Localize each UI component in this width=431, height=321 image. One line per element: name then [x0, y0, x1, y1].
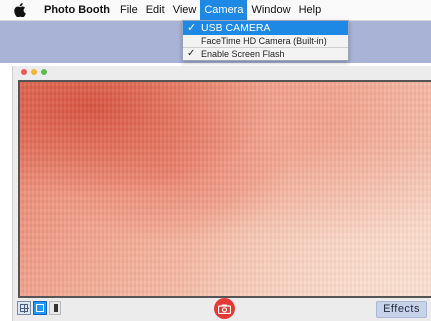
close-button[interactable] — [21, 69, 27, 75]
strip-view-button[interactable] — [49, 301, 61, 315]
menu-option-usb-camera[interactable]: ✓ USB CAMERA — [183, 21, 348, 35]
bottom-toolbar: Effects — [13, 296, 431, 321]
camera-icon — [218, 304, 231, 314]
effects-button[interactable]: Effects — [376, 301, 427, 318]
zoom-button[interactable] — [41, 69, 47, 75]
apple-logo-icon[interactable] — [14, 3, 30, 17]
grid-view-button[interactable] — [17, 301, 31, 315]
camera-dropdown-menu: ✓ USB CAMERA FaceTime HD Camera (Built-i… — [182, 20, 349, 61]
menu-window[interactable]: Window — [247, 0, 294, 20]
menu-app-name[interactable]: Photo Booth — [40, 0, 114, 20]
menu-help[interactable]: Help — [295, 0, 326, 20]
grid-icon — [20, 304, 29, 313]
menu-option-label: Enable Screen Flash — [201, 49, 285, 59]
strip-icon — [54, 304, 58, 312]
camera-preview — [18, 80, 431, 298]
menu-option-label: FaceTime HD Camera (Built-in) — [201, 36, 327, 46]
square-icon — [36, 304, 44, 312]
menu-option-label: USB CAMERA — [201, 22, 271, 34]
menu-file[interactable]: File — [116, 0, 142, 20]
single-view-button[interactable] — [33, 301, 47, 315]
window-titlebar[interactable] — [13, 66, 431, 78]
take-photo-button[interactable] — [214, 298, 235, 319]
photo-booth-window: Effects — [12, 66, 431, 321]
menu-view[interactable]: View — [169, 0, 201, 20]
menu-option-facetime-camera[interactable]: FaceTime HD Camera (Built-in) — [183, 35, 348, 47]
preview-texture — [20, 82, 431, 296]
minimize-button[interactable] — [31, 69, 37, 75]
checkmark-icon: ✓ — [187, 22, 197, 34]
menu-camera[interactable]: Camera — [200, 0, 248, 20]
menu-option-screen-flash[interactable]: ✓ Enable Screen Flash — [183, 48, 348, 60]
checkmark-icon: ✓ — [187, 48, 196, 59]
menu-bar: Photo Booth File Edit View Camera Window… — [0, 0, 431, 21]
menu-edit[interactable]: Edit — [142, 0, 169, 20]
